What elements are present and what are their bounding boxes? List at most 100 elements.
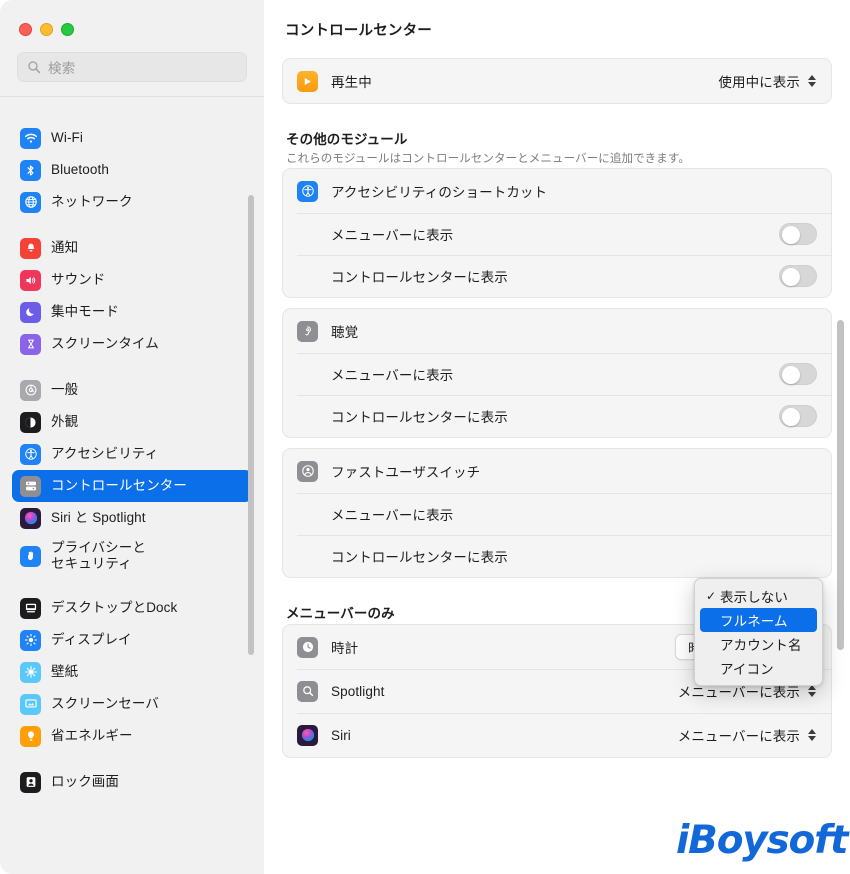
notifications-icon <box>20 237 41 259</box>
sidebar-item-省エネルギー[interactable]: 省エネルギー <box>12 720 252 752</box>
close-button[interactable] <box>19 23 32 36</box>
sidebar-item-ネットワーク[interactable]: ネットワーク <box>12 186 252 218</box>
module-option-row[interactable]: コントロールセンターに表示 <box>283 395 831 437</box>
sidebar-item-label: 壁紙 <box>51 664 79 680</box>
sidebar-item-label: スクリーンタイム <box>51 336 159 352</box>
dropdown-item[interactable]: アカウント名 <box>700 632 817 656</box>
sidebar-item-label: デスクトップとDock <box>51 600 178 616</box>
sidebar-item-集中モード[interactable]: 集中モード <box>12 296 252 328</box>
dropdown-item-label: フルネーム <box>720 614 788 629</box>
fast-user-switch-icon <box>297 460 318 482</box>
sidebar-item-label: 外観 <box>51 414 79 430</box>
sidebar-item-壁紙[interactable]: 壁紙 <box>12 656 252 688</box>
option-label: コントロールセンターに表示 <box>331 550 508 565</box>
spotlight-search-icon <box>297 680 318 702</box>
sidebar-item-ロック画面[interactable]: ロック画面 <box>12 766 252 798</box>
module-option-row[interactable]: コントロールセンターに表示 <box>283 255 831 297</box>
dropdown-item[interactable]: フルネーム <box>700 608 817 632</box>
fast-user-switch-dropdown[interactable]: ✓ 表示しないフルネームアカウント名 アイコン <box>694 578 823 686</box>
dropdown-item-label: 表示しない <box>720 590 788 605</box>
sidebar-item-デスクトップとdock[interactable]: デスクトップとDock <box>12 592 252 624</box>
sidebar-item-label: Siri と Spotlight <box>51 510 146 526</box>
sidebar-item-通知[interactable]: 通知 <box>12 232 252 264</box>
sidebar-group: 通知サウンド集中モードスクリーンタイム <box>12 232 252 360</box>
toggle-knob <box>781 225 800 244</box>
section-subtitle: これらのモジュールはコントロールセンターとメニューバーに追加できます。 <box>286 153 690 165</box>
option-control <box>779 405 817 427</box>
dropdown-item-label: アカウント名 <box>720 638 802 653</box>
dropdown-item[interactable]: ✓ 表示しない <box>700 584 817 608</box>
wifi-icon <box>20 127 41 149</box>
settings-content: 再生中 使用中に表示 その他のモジュール これらのモジュールはコントロールセンタ… <box>264 58 850 874</box>
toggle-switch[interactable] <box>779 223 817 245</box>
energy-saver-icon <box>20 725 41 747</box>
option-label: メニューバーに表示 <box>331 228 454 243</box>
sidebar-item-label: アクセシビリティ <box>51 446 159 462</box>
sidebar-item-アクセシビリティ[interactable]: アクセシビリティ <box>12 438 252 470</box>
option-control <box>779 265 817 287</box>
screensaver-icon <box>20 693 41 715</box>
sidebar-group: デスクトップとDock ディスプレイ 壁紙スクリーンセーバ省エネルギー <box>12 592 252 752</box>
sidebar-item-サウンド[interactable]: サウンド <box>12 264 252 296</box>
now-playing-card: 再生中 使用中に表示 <box>282 58 832 104</box>
sidebar-item-label: 省エネルギー <box>51 728 133 744</box>
main-scrollbar[interactable] <box>837 320 844 650</box>
now-playing-icon <box>297 70 318 92</box>
toggle-switch[interactable] <box>779 363 817 385</box>
menu-bar-row[interactable]: Siri メニューバーに表示 <box>283 713 831 757</box>
search-placeholder: 検索 <box>48 61 76 76</box>
sidebar-item-label: ディスプレイ <box>51 632 132 648</box>
sidebar-scrollbar[interactable] <box>248 195 254 655</box>
sidebar-item-label: ネットワーク <box>51 194 133 210</box>
maximize-button[interactable] <box>61 23 74 36</box>
option-control <box>779 223 817 245</box>
sidebar-divider <box>0 96 264 97</box>
sidebar-item-プライバシーと-セキュリティ[interactable]: プライバシーと セキュリティ <box>12 534 252 578</box>
other-modules-heading: その他のモジュール これらのモジュールはコントロールセンターとメニューバーに追加… <box>282 114 832 168</box>
module-option-row[interactable]: コントロールセンターに表示 <box>283 535 831 577</box>
minimize-button[interactable] <box>40 23 53 36</box>
network-globe-icon <box>20 191 41 213</box>
toggle-knob <box>781 365 800 384</box>
sidebar-item-スクリーンタイム[interactable]: スクリーンタイム <box>12 328 252 360</box>
module-option-row[interactable]: メニューバーに表示 <box>283 353 831 395</box>
sidebar-item-一般[interactable]: 一般 <box>12 374 252 406</box>
titlebar: コントロールセンター <box>264 0 850 58</box>
toggle-knob <box>781 407 800 426</box>
option-label: メニューバーに表示 <box>331 508 454 523</box>
chevron-updown-icon <box>806 727 817 744</box>
screentime-hourglass-icon <box>20 333 41 355</box>
sidebar-item-コントロールセンター[interactable]: コントロールセンター <box>12 470 252 502</box>
sidebar-item-wi-fi[interactable]: Wi-Fi <box>12 122 252 154</box>
sidebar-item-スクリーンセーバ[interactable]: スクリーンセーバ <box>12 688 252 720</box>
search-input[interactable]: 検索 <box>17 52 247 82</box>
row-now-playing[interactable]: 再生中 使用中に表示 <box>283 59 831 103</box>
sidebar-item-外観[interactable]: 外観 <box>12 406 252 438</box>
checkmark-icon: ✓ <box>706 589 717 603</box>
dropdown-item-label: アイコン <box>720 662 774 677</box>
general-gear-icon <box>20 379 41 401</box>
accessibility-icon <box>20 443 41 465</box>
system-settings-window: 検索 Wi-Fi Bluetooth ネットワーク 通知サウンド集中モードスクリーンタ… <box>0 0 850 874</box>
desktop-dock-icon <box>20 597 41 619</box>
sidebar-item-label: サウンド <box>51 272 106 288</box>
module-card: ファストユーザスイッチ メニューバーに表示 コントロールセンターに表示 <box>282 448 832 578</box>
sidebar-item-label: 通知 <box>51 240 79 256</box>
module-option-row[interactable]: メニューバーに表示 <box>283 213 831 255</box>
sidebar-item-ディスプレイ[interactable]: ディスプレイ <box>12 624 252 656</box>
module-option-row[interactable]: メニューバーに表示 <box>283 493 831 535</box>
sidebar-item-bluetooth[interactable]: Bluetooth <box>12 154 252 186</box>
module-header-row: アクセシビリティのショートカット <box>283 169 831 213</box>
row-label: 再生中 <box>331 75 372 90</box>
sidebar-item-label: コントロールセンター <box>51 478 187 494</box>
option-label: メニューバーに表示 <box>331 368 454 383</box>
toggle-switch[interactable] <box>779 405 817 427</box>
row-label: Siri <box>331 727 351 743</box>
toggle-switch[interactable] <box>779 265 817 287</box>
now-playing-popup[interactable]: 使用中に表示 <box>718 71 817 91</box>
sidebar-item-siri-と-spotlight[interactable]: Siri と Spotlight <box>12 502 252 534</box>
dropdown-item[interactable]: アイコン <box>700 656 817 680</box>
privacy-hand-icon <box>20 545 41 567</box>
row-label: Spotlight <box>331 683 385 699</box>
chevron-updown-icon <box>806 73 817 90</box>
